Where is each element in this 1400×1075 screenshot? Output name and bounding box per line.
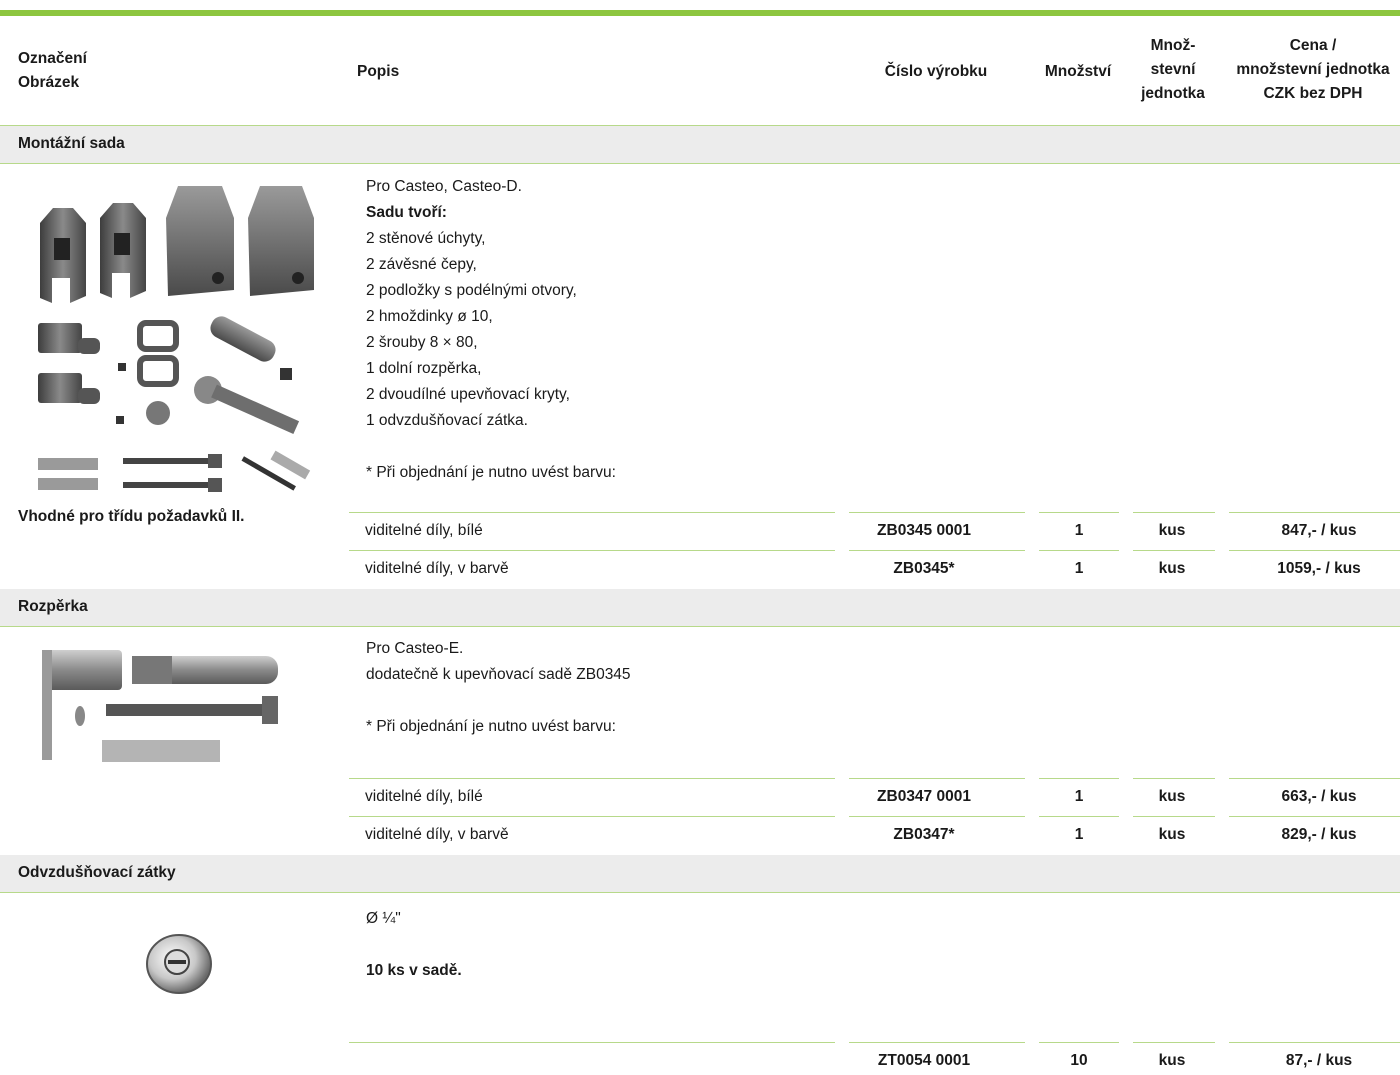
- mounting-kit-image: [38, 186, 314, 492]
- header-cena-line: množstevní jednotka: [1236, 61, 1390, 78]
- product-code-cell: ZB0345*: [893, 560, 955, 577]
- section-odvzdusnovaci-zatky: Odvzdušňovací zátky: [0, 855, 1400, 893]
- section-title: Rozpěrka: [18, 598, 88, 615]
- requirement-class-caption: Vhodné pro třídu požadavků II.: [18, 508, 245, 525]
- montazni-sada-description: Pro Casteo, Casteo-D. Sadu tvoří: 2 stěn…: [366, 174, 616, 486]
- kit-item: 2 podložky s podélnými otvory,: [366, 282, 577, 299]
- kit-item: 2 šrouby 8 × 80,: [366, 334, 478, 351]
- header-jednotka-line: Množ-: [1150, 37, 1196, 54]
- kit-item: 2 závěsné čepy,: [366, 256, 477, 273]
- description-line: dodatečně k upevňovací sadě ZB0345: [366, 666, 631, 683]
- header-cena: Cena / množstevní jednotka CZK bez DPH: [1226, 34, 1400, 106]
- quantity-cell: 1: [1074, 826, 1084, 843]
- unit-cell: kus: [1158, 1052, 1186, 1069]
- description-line: Pro Casteo-E.: [366, 640, 464, 657]
- section-title: Montážní sada: [18, 135, 125, 152]
- product-code-cell: ZB0345 0001: [877, 522, 971, 539]
- header-cena-line: CZK bez DPH: [1263, 85, 1363, 102]
- price-cell: 1059,- / kus: [1277, 560, 1361, 577]
- kit-item: 2 stěnové úchyty,: [366, 230, 486, 247]
- header-oznaceni: Označení Obrázek: [18, 47, 87, 95]
- table-row: viditelné díly, bílé ZB0345 0001 1 kus 8…: [349, 511, 1400, 550]
- unit-cell: kus: [1158, 560, 1186, 577]
- kit-item: 1 odvzdušňovací zátka.: [366, 412, 528, 429]
- color-note: * Při objednání je nutno uvést barvu:: [366, 718, 616, 735]
- description-line: Pro Casteo, Casteo-D.: [366, 178, 522, 195]
- variant-cell: viditelné díly, bílé: [365, 522, 483, 539]
- header-jednotka-line: jednotka: [1141, 85, 1205, 102]
- quantity-cell: 10: [1070, 1052, 1088, 1069]
- header-obrazek-label: Obrázek: [18, 74, 80, 91]
- product-code-cell: ZB0347 0001: [877, 788, 971, 805]
- product-code-cell: ZB0347*: [893, 826, 955, 843]
- price-cell: 663,- / kus: [1281, 788, 1357, 805]
- air-vent-plug-image: [146, 934, 212, 994]
- quantity-cell: 1: [1074, 522, 1084, 539]
- header-jednotka: Množ- stevní jednotka: [1130, 34, 1216, 106]
- kit-item: 2 hmoždinky ø 10,: [366, 308, 493, 325]
- kit-item: 1 dolní rozpěrka,: [366, 360, 482, 377]
- variant-cell: viditelné díly, v barvě: [365, 826, 509, 843]
- table-row: viditelné díly, v barvě ZB0345* 1 kus 10…: [349, 549, 1400, 588]
- product-code-cell: ZT0054 0001: [877, 1052, 971, 1069]
- variant-cell: viditelné díly, bílé: [365, 788, 483, 805]
- quantity-cell: 1: [1074, 560, 1084, 577]
- header-jednotka-line: stevní: [1150, 61, 1196, 78]
- description-line: Ø ¼": [366, 910, 401, 927]
- color-note: * Při objednání je nutno uvést barvu:: [366, 464, 616, 481]
- unit-cell: kus: [1158, 788, 1186, 805]
- description-heading: Sadu tvoří:: [366, 204, 447, 221]
- table-row: viditelné díly, bílé ZB0347 0001 1 kus 6…: [349, 777, 1400, 816]
- price-cell: 847,- / kus: [1281, 522, 1357, 539]
- unit-cell: kus: [1158, 826, 1186, 843]
- table-header: Označení Obrázek Popis Číslo výrobku Mno…: [0, 16, 1400, 126]
- spacer-image: [42, 650, 278, 762]
- table-row: ZT0054 0001 10 kus 87,- / kus: [349, 1041, 1400, 1075]
- table-row: viditelné díly, v barvě ZB0347* 1 kus 82…: [349, 815, 1400, 854]
- set-quantity-note: 10 ks v sadě.: [366, 962, 462, 979]
- header-popis: Popis: [357, 63, 400, 80]
- quantity-cell: 1: [1074, 788, 1084, 805]
- kit-item: 2 dvoudílné upevňovací kryty,: [366, 386, 570, 403]
- header-cena-line: Cena /: [1289, 37, 1337, 54]
- rozperka-description: Pro Casteo-E. dodatečně k upevňovací sad…: [366, 636, 631, 740]
- unit-cell: kus: [1158, 522, 1186, 539]
- header-cislo: Číslo výrobku: [884, 63, 988, 80]
- variant-cell: viditelné díly, v barvě: [365, 560, 509, 577]
- section-rozperka: Rozpěrka: [0, 589, 1400, 627]
- price-cell: 829,- / kus: [1281, 826, 1357, 843]
- header-oznaceni-label: Označení: [18, 50, 87, 67]
- price-cell: 87,- / kus: [1285, 1052, 1353, 1069]
- header-mnozstvi: Množství: [1044, 63, 1112, 80]
- section-title: Odvzdušňovací zátky: [18, 864, 176, 881]
- zatky-description: Ø ¼" 10 ks v sadě.: [366, 906, 462, 984]
- section-montazni-sada: Montážní sada: [0, 126, 1400, 164]
